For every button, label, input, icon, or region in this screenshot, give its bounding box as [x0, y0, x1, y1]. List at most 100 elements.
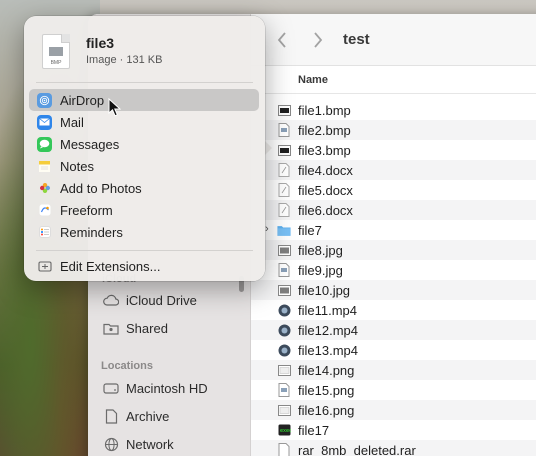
share-file-name: file3: [86, 35, 115, 51]
column-header-name[interactable]: Name: [251, 66, 536, 94]
terminal-exec-icon: exec: [277, 423, 291, 438]
file-name: file2.bmp: [298, 122, 351, 138]
folder-icon: [277, 223, 291, 238]
file-row[interactable]: › file7: [251, 220, 536, 240]
file-name: file12.mp4: [298, 322, 358, 338]
file-name: file6.docx: [298, 202, 353, 218]
document-file-icon: [277, 183, 291, 198]
freeform-icon: [37, 203, 52, 218]
popover-arrow: [264, 140, 272, 156]
sidebar-item-icloud-drive[interactable]: iCloud Drive: [102, 289, 197, 311]
mouse-cursor-icon: [108, 98, 121, 117]
image-file-icon: [277, 123, 291, 138]
back-button[interactable]: [271, 29, 293, 51]
chevron-right-icon: [314, 31, 323, 48]
globe-icon: [102, 435, 120, 453]
sidebar-item-archive[interactable]: Archive: [102, 405, 169, 427]
sidebar-item-macintosh-hd[interactable]: Macintosh HD: [102, 377, 208, 399]
menu-item-notes[interactable]: Notes: [29, 155, 259, 177]
archive-file-icon: [277, 443, 291, 456]
menu-item-airdrop[interactable]: AirDrop: [29, 89, 259, 111]
video-file-icon: [277, 303, 291, 318]
sidebar-item-label: iCloud Drive: [126, 292, 197, 308]
file-ext-label: BMP: [50, 60, 62, 66]
menu-item-messages[interactable]: Messages: [29, 133, 259, 155]
video-file-icon: [277, 343, 291, 358]
menu-item-label: Add to Photos: [60, 180, 142, 196]
file-row[interactable]: file13.mp4: [251, 340, 536, 360]
airdrop-icon: [37, 92, 52, 108]
divider: [36, 82, 253, 83]
file-name: file14.png: [298, 362, 355, 378]
file-row[interactable]: file11.mp4: [251, 300, 536, 320]
messages-icon: [37, 136, 52, 152]
file-name: file16.png: [298, 402, 355, 418]
file-name: file8.jpg: [298, 242, 343, 258]
file-row[interactable]: file1.bmp: [251, 100, 536, 120]
menu-item-label: AirDrop: [60, 92, 105, 108]
file-name: file13.mp4: [298, 342, 358, 358]
file-name: file10.jpg: [298, 282, 351, 298]
menu-item-reminders[interactable]: Reminders: [29, 221, 259, 243]
sidebar-item-label: Network: [126, 436, 174, 452]
file-row[interactable]: exec file17: [251, 420, 536, 440]
mail-icon: [37, 114, 52, 130]
menu-item-freeform[interactable]: Freeform: [29, 199, 259, 221]
sidebar-item-label: Shared: [126, 320, 168, 336]
image-file-icon: [277, 243, 291, 258]
menu-item-mail[interactable]: Mail: [29, 111, 259, 133]
divider: [36, 250, 253, 251]
shared-folder-icon: [102, 319, 120, 337]
file-row[interactable]: file14.png: [251, 360, 536, 380]
file-name: file4.docx: [298, 162, 353, 178]
file-name: rar_8mb_deleted.rar: [298, 442, 416, 456]
forward-button[interactable]: [307, 29, 329, 51]
menu-item-label: Messages: [60, 136, 120, 152]
file-row[interactable]: file6.docx: [251, 200, 536, 220]
file-name: file17: [298, 422, 330, 438]
sidebar-item-label: Archive: [126, 408, 170, 424]
file-thumbnail-icon: BMP: [42, 34, 70, 69]
menu-item-label: Reminders: [60, 224, 123, 240]
file-name: file9.jpg: [298, 262, 343, 278]
file-row[interactable]: file9.jpg: [251, 260, 536, 280]
cloud-icon: [102, 291, 120, 309]
file-row[interactable]: rar_8mb_deleted.rar: [251, 440, 536, 456]
file-row[interactable]: file16.png: [251, 400, 536, 420]
extensions-icon: [37, 259, 52, 274]
sidebar-item-network[interactable]: Network: [102, 433, 174, 455]
image-file-icon: [277, 263, 291, 278]
file-name: file15.png: [298, 382, 355, 398]
svg-text:exec: exec: [280, 428, 291, 434]
menu-item-add-to-photos[interactable]: Add to Photos: [29, 177, 259, 199]
file-name: file7: [298, 222, 322, 238]
sidebar-item-shared[interactable]: Shared: [102, 317, 168, 339]
file-row[interactable]: file10.jpg: [251, 280, 536, 300]
image-file-icon: [277, 383, 291, 398]
menu-item-label: Notes: [60, 158, 94, 174]
sidebar-heading-locations: Locations: [101, 360, 153, 372]
file-row[interactable]: file4.docx: [251, 160, 536, 180]
file-row[interactable]: file8.jpg: [251, 240, 536, 260]
file-list: file1.bmp file2.bmp file3.bmp file4.docx fil…: [251, 100, 536, 456]
window-title: test: [343, 31, 370, 48]
column-header-label: Name: [298, 73, 328, 86]
file-row[interactable]: file3.bmp: [251, 140, 536, 160]
disclosure-triangle-icon[interactable]: ›: [265, 223, 269, 235]
file-row[interactable]: file15.png: [251, 380, 536, 400]
drive-icon: [102, 379, 120, 397]
file-row[interactable]: file2.bmp: [251, 120, 536, 140]
document-file-icon: [277, 163, 291, 178]
chevron-left-icon: [277, 31, 286, 48]
menu-item-edit-extensions[interactable]: Edit Extensions...: [29, 255, 259, 277]
video-file-icon: [277, 323, 291, 338]
image-file-icon: [277, 403, 291, 418]
menu-item-label: Freeform: [60, 202, 113, 218]
menu-item-label: Edit Extensions...: [60, 258, 161, 274]
image-file-icon: [277, 283, 291, 298]
file-row[interactable]: file12.mp4: [251, 320, 536, 340]
file-row[interactable]: file5.docx: [251, 180, 536, 200]
image-file-icon: [277, 143, 291, 158]
file-name: file5.docx: [298, 182, 353, 198]
share-file-info: Image · 131 KB: [86, 54, 163, 66]
